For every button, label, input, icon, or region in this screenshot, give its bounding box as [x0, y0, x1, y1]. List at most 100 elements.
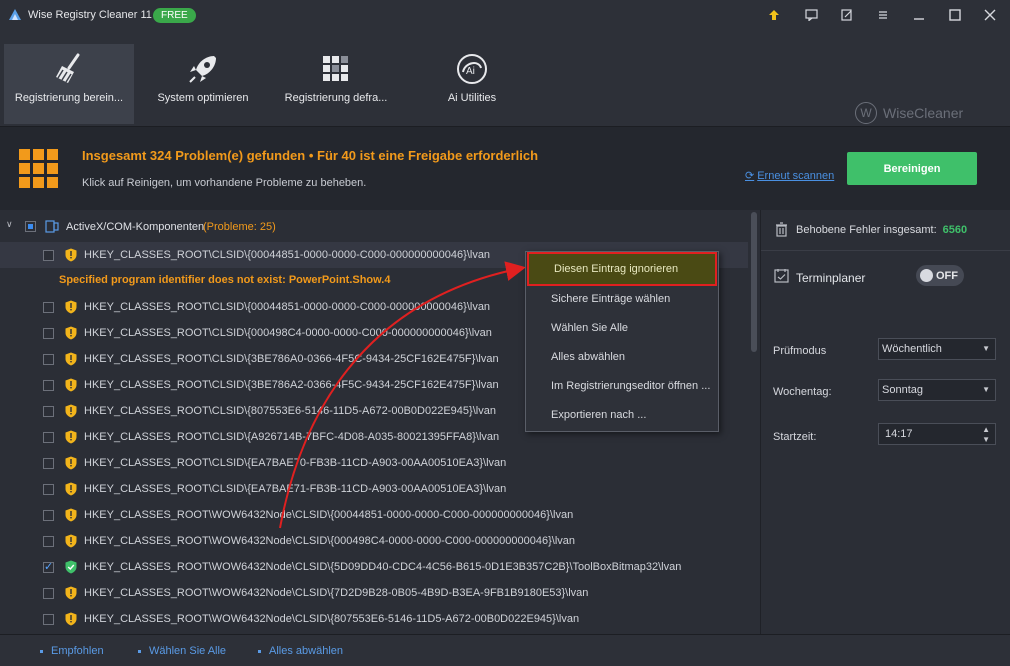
ctx-open-regedit[interactable]: Im Registrierungseditor öffnen ...	[526, 372, 718, 400]
main-toolbar: Registrierung berein... System optimiere…	[0, 30, 1010, 126]
minimize-icon[interactable]	[910, 6, 928, 24]
weekday-select[interactable]: Sonntag ▼	[878, 379, 996, 401]
bottom-bar: Empfohlen Wählen Sie Alle Alles abwählen	[0, 634, 1010, 666]
row-checkbox[interactable]	[43, 405, 54, 417]
row-checkbox[interactable]	[43, 483, 54, 495]
toggle-knob	[920, 269, 933, 282]
row-checkbox[interactable]	[43, 457, 54, 469]
close-icon[interactable]	[981, 6, 999, 24]
title-bar: Wise Registry Cleaner 11 FREE	[0, 0, 1010, 30]
start-time-label: Startzeit:	[773, 431, 817, 443]
tool-system-optimize[interactable]: System optimieren	[148, 44, 258, 122]
error-detail: Specified program identifier does not ex…	[59, 274, 391, 286]
table-row[interactable]: HKEY_CLASSES_ROOT\WOW6432Node\CLSID\{807…	[0, 606, 748, 632]
app-title: Wise Registry Cleaner 11	[28, 9, 152, 21]
row-checkbox[interactable]	[43, 353, 54, 365]
defrag-blocks-icon	[323, 56, 348, 81]
warning-shield-icon	[65, 456, 77, 470]
feedback-icon[interactable]	[802, 6, 820, 24]
table-row[interactable]: HKEY_CLASSES_ROOT\CLSID\{EA7BAE70-FB3B-1…	[0, 450, 748, 476]
warning-shield-icon	[65, 300, 77, 314]
warning-shield-icon	[65, 482, 77, 496]
fixed-errors-label: Behobene Fehler insgesamt: 6560	[796, 224, 967, 236]
row-checkbox[interactable]	[43, 301, 54, 313]
collapse-chevron-icon[interactable]: ∨	[6, 219, 13, 230]
ctx-export[interactable]: Exportieren nach ...	[526, 401, 718, 429]
row-checkbox[interactable]	[43, 249, 54, 261]
table-row[interactable]: HKEY_CLASSES_ROOT\WOW6432Node\CLSID\{000…	[0, 528, 748, 554]
row-key-text: HKEY_CLASSES_ROOT\WOW6432Node\CLSID\{000…	[84, 535, 576, 547]
table-row[interactable]: HKEY_CLASSES_ROOT\WOW6432Node\CLSID\{5D0…	[0, 554, 748, 580]
ctx-select-safe[interactable]: Sichere Einträge wählen	[526, 285, 718, 313]
deselect-all-link[interactable]: Alles abwählen	[258, 645, 343, 657]
table-row[interactable]: HKEY_CLASSES_ROOT\CLSID\{EA7BAE71-FB3B-1…	[0, 476, 748, 502]
row-key-text: HKEY_CLASSES_ROOT\WOW6432Node\CLSID\{000…	[84, 509, 574, 521]
row-checkbox[interactable]	[43, 509, 54, 521]
row-key-text: HKEY_CLASSES_ROOT\CLSID\{3BE786A2-0366-4…	[84, 379, 499, 391]
spin-down-icon[interactable]: ▼	[982, 435, 990, 444]
trash-icon	[776, 222, 787, 237]
recommended-link[interactable]: Empfohlen	[40, 645, 104, 657]
category-checkbox[interactable]	[25, 221, 36, 232]
row-checkbox[interactable]	[43, 613, 54, 625]
category-row[interactable]: ∨ ActiveX/COM-Komponenten (Probleme: 25)	[0, 216, 748, 238]
spin-up-icon[interactable]: ▲	[982, 425, 990, 434]
tool-registry-defrag[interactable]: Registrierung defra...	[276, 44, 396, 122]
app-logo-icon	[9, 9, 21, 20]
ctx-deselect-all[interactable]: Alles abwählen	[526, 343, 718, 371]
row-key-text: HKEY_CLASSES_ROOT\WOW6432Node\CLSID\{5D0…	[84, 561, 682, 573]
row-checkbox[interactable]	[43, 587, 54, 599]
warning-shield-icon	[65, 534, 77, 548]
mode-value: Wöchentlich	[882, 343, 942, 355]
warning-shield-icon	[65, 352, 77, 366]
weekday-label: Wochentag:	[773, 386, 832, 398]
rocket-icon	[189, 56, 216, 83]
warning-shield-icon	[65, 612, 77, 626]
calendar-check-icon	[774, 269, 789, 283]
table-row[interactable]: HKEY_CLASSES_ROOT\WOW6432Node\CLSID\{7D2…	[0, 580, 748, 606]
tool-label: Registrierung defra...	[284, 92, 388, 104]
start-time-input[interactable]: 14:17 ▲ ▼	[878, 423, 996, 445]
dropdown-arrow-icon: ▼	[982, 385, 990, 394]
dropdown-arrow-icon: ▼	[982, 344, 990, 353]
edit-note-icon[interactable]	[838, 6, 856, 24]
start-time-value: 14:17	[885, 428, 913, 440]
settings-menu-icon[interactable]	[874, 6, 892, 24]
warning-shield-icon	[65, 586, 77, 600]
row-key-text: HKEY_CLASSES_ROOT\CLSID\{A926714B-7BFC-4…	[84, 431, 500, 443]
safe-shield-icon	[65, 560, 77, 574]
row-checkbox[interactable]	[43, 379, 54, 391]
brand-name: WiseCleaner	[883, 105, 964, 121]
row-checkbox[interactable]	[43, 560, 54, 573]
scheduler-toggle[interactable]: OFF	[916, 265, 964, 286]
mode-select[interactable]: Wöchentlich ▼	[878, 338, 996, 360]
ctx-ignore-entry[interactable]: Diesen Eintrag ignorieren	[527, 252, 717, 286]
row-key-text: HKEY_CLASSES_ROOT\CLSID\{00044851-0000-0…	[84, 249, 491, 261]
clean-button[interactable]: Bereinigen	[847, 152, 977, 185]
rescan-link[interactable]: ⟳ Erneut scannen	[745, 169, 834, 183]
weekday-value: Sonntag	[882, 384, 923, 396]
tool-registry-cleaner[interactable]: Registrierung berein...	[4, 44, 134, 124]
tool-label: Registrierung berein...	[14, 92, 124, 104]
row-checkbox[interactable]	[43, 431, 54, 443]
warning-shield-icon	[65, 378, 77, 392]
tool-ai-utilities[interactable]: Ai Ai Utilities	[432, 44, 512, 122]
ctx-select-all[interactable]: Wählen Sie Alle	[526, 314, 718, 342]
row-checkbox[interactable]	[43, 535, 54, 547]
row-checkbox[interactable]	[43, 327, 54, 339]
row-key-text: HKEY_CLASSES_ROOT\CLSID\{EA7BAE71-FB3B-1…	[84, 483, 507, 495]
row-key-text: HKEY_CLASSES_ROOT\WOW6432Node\CLSID\{7D2…	[84, 587, 589, 599]
brand-initial: W	[855, 102, 877, 124]
warning-shield-icon	[65, 508, 77, 522]
row-key-text: HKEY_CLASSES_ROOT\CLSID\{00044851-0000-0…	[84, 301, 491, 313]
svg-text:Ai: Ai	[466, 66, 475, 77]
upgrade-arrow-icon[interactable]	[765, 6, 783, 24]
maximize-icon[interactable]	[946, 6, 964, 24]
context-menu: Diesen Eintrag ignorieren Sichere Einträ…	[525, 251, 719, 432]
select-all-link[interactable]: Wählen Sie Alle	[138, 645, 226, 657]
row-key-text: HKEY_CLASSES_ROOT\WOW6432Node\CLSID\{807…	[84, 613, 580, 625]
row-key-text: HKEY_CLASSES_ROOT\CLSID\{807553E6-5146-1…	[84, 405, 496, 417]
tool-label: Ai Utilities	[447, 92, 497, 104]
table-row[interactable]: HKEY_CLASSES_ROOT\WOW6432Node\CLSID\{000…	[0, 502, 748, 528]
scrollbar-thumb[interactable]	[751, 212, 757, 352]
